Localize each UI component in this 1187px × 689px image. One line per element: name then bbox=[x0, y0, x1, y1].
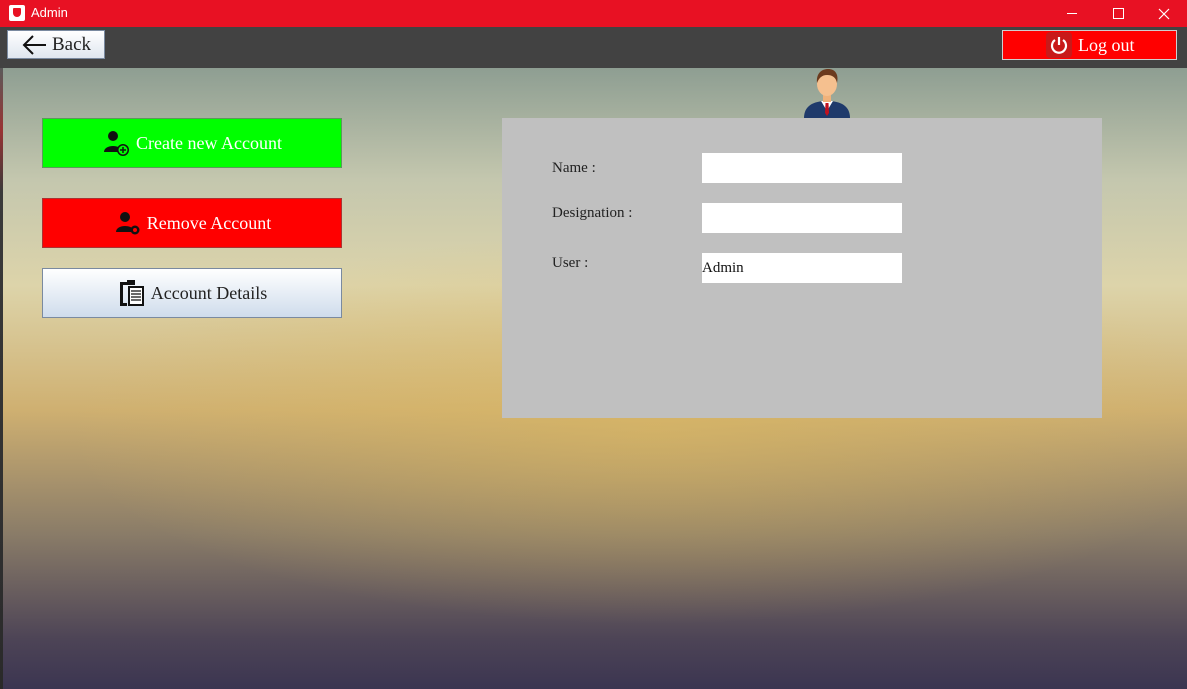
add-user-icon bbox=[104, 131, 130, 156]
close-button[interactable] bbox=[1141, 0, 1187, 27]
remove-user-icon bbox=[115, 212, 140, 235]
maximize-button[interactable] bbox=[1095, 0, 1141, 27]
java-app-icon bbox=[9, 5, 25, 21]
back-button[interactable]: Back bbox=[7, 30, 105, 59]
user-field[interactable]: Admin bbox=[702, 253, 902, 283]
toolbar: Back Log out bbox=[0, 27, 1187, 68]
create-account-label: Create new Account bbox=[136, 132, 282, 153]
businessman-avatar-icon bbox=[804, 69, 850, 118]
user-label: User : bbox=[552, 255, 589, 271]
minimize-button[interactable] bbox=[1049, 0, 1095, 27]
logout-button-label: Log out bbox=[1078, 34, 1135, 55]
name-field[interactable] bbox=[702, 153, 902, 183]
back-button-label: Back bbox=[52, 33, 92, 55]
account-form-panel: Name : Designation : User : Admin bbox=[502, 118, 1102, 418]
name-label: Name : bbox=[552, 160, 596, 176]
account-details-button[interactable]: Account Details bbox=[42, 268, 342, 318]
window-edge bbox=[0, 68, 3, 689]
close-icon bbox=[1158, 8, 1170, 19]
account-details-label: Account Details bbox=[150, 282, 268, 303]
designation-label: Designation : bbox=[552, 205, 633, 221]
left-arrow-icon bbox=[22, 34, 46, 55]
power-icon bbox=[1046, 32, 1072, 58]
maximize-icon bbox=[1112, 8, 1124, 19]
minimize-icon bbox=[1067, 13, 1077, 14]
designation-field[interactable] bbox=[702, 203, 902, 233]
window-title: Admin bbox=[31, 5, 68, 20]
create-account-button[interactable]: Create new Account bbox=[42, 118, 342, 168]
remove-account-button[interactable]: Remove Account bbox=[42, 198, 342, 248]
title-bar: Admin bbox=[0, 0, 1187, 27]
remove-account-label: Remove Account bbox=[146, 212, 272, 233]
clipboard-document-icon bbox=[119, 280, 144, 306]
logout-button[interactable]: Log out bbox=[1002, 30, 1177, 60]
